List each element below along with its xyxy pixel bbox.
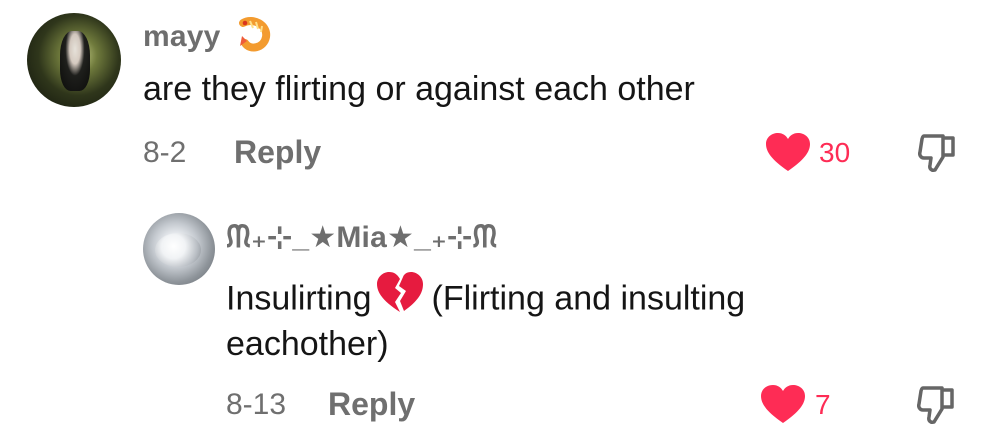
reply-date: 8-13 [226,388,287,421]
shrimp-icon [235,15,273,61]
thumbs-down-icon[interactable] [917,382,957,426]
avatar-blob [155,233,201,267]
reply-username[interactable]: ᙏ₊⊹_★Mia★_₊⊹ᙏ [226,220,497,255]
comment-date: 8-2 [143,136,187,169]
reply-button[interactable]: Reply [234,134,321,171]
avatar[interactable] [143,213,215,285]
heart-icon[interactable] [761,385,805,425]
reply-text-part1: Insulirting [226,279,372,318]
avatar[interactable] [27,13,121,107]
reply-button[interactable]: Reply [328,386,415,423]
thumbs-down-icon[interactable] [918,130,958,174]
username-text: mayy [143,19,221,53]
reply-text-line2: eachother) [226,325,389,363]
reply-text-line1: Insulirting (Flirting and insulting [226,272,746,326]
like-count: 7 [815,389,831,420]
avatar-figure [60,31,90,91]
comment-text: are they flirting or against each other [143,70,695,108]
broken-heart-icon [376,272,424,323]
heart-icon[interactable] [766,133,810,173]
comment-username[interactable]: mayy [143,15,273,61]
like-count: 30 [819,137,851,168]
reply-text-part2: (Flirting and insulting [431,279,746,318]
